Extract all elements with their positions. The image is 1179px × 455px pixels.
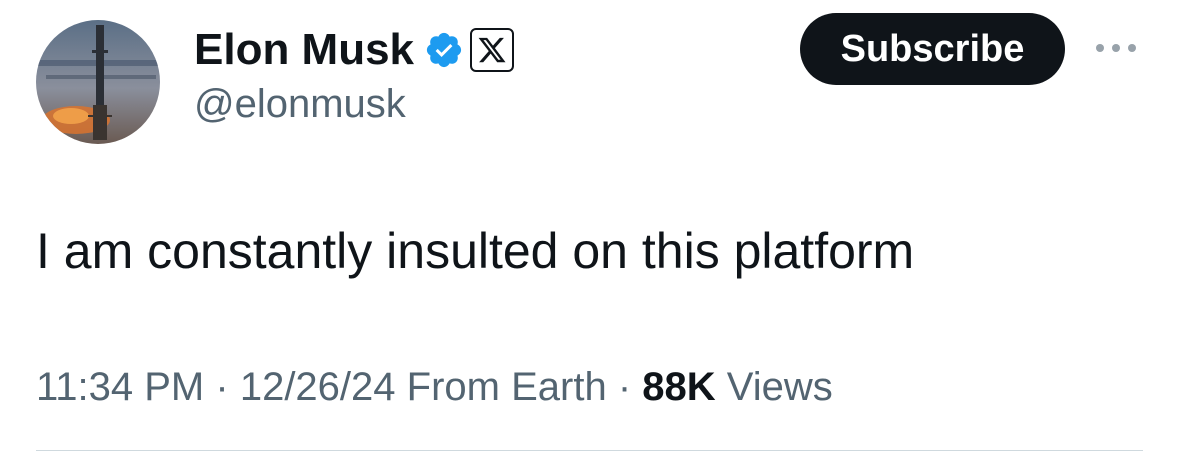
author-display-name-row[interactable]: Elon Musk: [194, 24, 515, 76]
views-label[interactable]: Views: [727, 365, 833, 409]
verified-badge-icon[interactable]: [424, 30, 464, 70]
tweet-date[interactable]: 12/26/24: [240, 365, 396, 409]
avatar[interactable]: [36, 20, 160, 144]
views-count[interactable]: 88K: [642, 365, 715, 409]
x-logo-icon: [470, 28, 515, 72]
more-horizontal-icon[interactable]: [1093, 36, 1139, 60]
meta-separator: ·: [215, 365, 229, 409]
meta-separator: ·: [617, 365, 632, 409]
author-handle[interactable]: @elonmusk: [194, 80, 406, 128]
divider: [36, 450, 1143, 451]
subscribe-button[interactable]: Subscribe: [800, 13, 1065, 85]
tweet-meta: 11:34 PM · 12/26/24 From Earth · 88K Vie…: [36, 362, 833, 412]
tweet-text: I am constantly insulted on this platfor…: [36, 223, 915, 279]
author-display-name[interactable]: Elon Musk: [194, 24, 414, 76]
tweet-time[interactable]: 11:34 PM: [36, 365, 204, 409]
tweet-location: From Earth: [406, 365, 607, 409]
avatar-image: [36, 20, 160, 144]
